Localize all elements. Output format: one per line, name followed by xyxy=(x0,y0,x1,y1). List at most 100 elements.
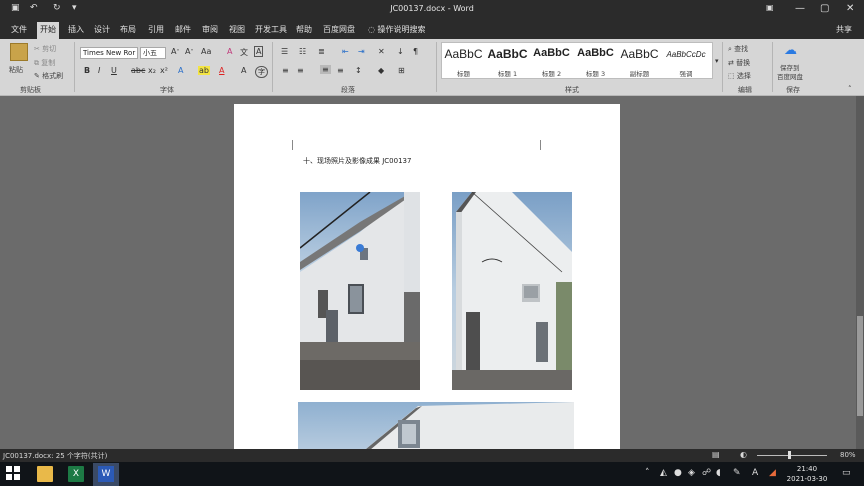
tray-notify-app-icon[interactable]: ◢ xyxy=(769,468,776,478)
tab-file[interactable]: 文件 xyxy=(8,23,30,37)
char-shading-icon[interactable]: A xyxy=(241,66,246,75)
tab-baidu-netdisk[interactable]: 百度网盘 xyxy=(320,23,358,37)
align-center-icon[interactable]: ≡ xyxy=(297,66,304,75)
font-size-box[interactable]: 小五 xyxy=(140,47,166,59)
start-icon[interactable] xyxy=(6,466,22,482)
read-mode-icon[interactable]: ▤ xyxy=(712,450,720,459)
document-page[interactable]: 十、现场照片及影像成果 JC00137 xyxy=(234,104,620,449)
tab-references[interactable]: 引用 xyxy=(145,23,167,37)
zoom-slider-track[interactable] xyxy=(757,455,827,456)
window-title: JC00137.docx - Word xyxy=(390,4,474,13)
notification-center-icon[interactable]: ▭ xyxy=(842,468,851,478)
justify-icon[interactable]: ≡ xyxy=(320,65,331,74)
styles-more-icon[interactable]: ▾ xyxy=(715,57,719,65)
borders-icon[interactable]: ⊞ xyxy=(398,66,405,75)
subscript-icon[interactable]: x₂ xyxy=(148,66,156,75)
select-button[interactable]: ⬚ 选择 xyxy=(728,71,751,81)
style-heading1[interactable]: AaBbC 标题 1 xyxy=(486,43,529,78)
tray-shield-icon[interactable]: ◈ xyxy=(688,468,695,478)
replace-button[interactable]: ⇄ 替换 xyxy=(728,58,750,68)
cut-button[interactable]: ✂ 剪切 xyxy=(34,44,56,54)
decrease-indent-icon[interactable]: ⇤ xyxy=(342,47,349,56)
tray-volume-icon[interactable]: ◖ xyxy=(716,468,721,478)
underline-icon[interactable]: U xyxy=(111,66,117,75)
save-to-netdisk-label: 百度网盘 xyxy=(777,73,803,81)
line-spacing-icon[interactable]: ↕ xyxy=(355,66,362,75)
tell-me-search[interactable]: ◌ 操作说明搜索 xyxy=(368,24,426,35)
enclose-char-icon[interactable]: 字 xyxy=(255,66,268,78)
file-explorer-icon[interactable] xyxy=(37,466,53,482)
close-icon[interactable]: ✕ xyxy=(846,3,854,14)
superscript-icon[interactable]: x² xyxy=(160,66,168,75)
tab-layout[interactable]: 布局 xyxy=(117,23,139,37)
title-bar: ▣ ↶ ↻ ▾ JC00137.docx - Word ▣ — ▢ ✕ xyxy=(0,0,864,20)
paste-icon[interactable] xyxy=(10,43,28,61)
text-effects-icon[interactable]: A xyxy=(178,66,183,75)
distributed-icon[interactable]: ≡ xyxy=(337,66,344,75)
tab-mailings[interactable]: 邮件 xyxy=(172,23,194,37)
strikethrough-icon[interactable]: abc xyxy=(131,66,145,75)
highlight-icon[interactable]: ab xyxy=(198,66,210,75)
group-divider xyxy=(772,42,773,92)
style-heading3[interactable]: AaBbC 标题 3 xyxy=(574,43,617,78)
sort-icon[interactable]: ↓ xyxy=(397,47,404,56)
site-photo-3[interactable] xyxy=(298,402,574,449)
minimize-icon[interactable]: — xyxy=(795,3,805,14)
font-color-icon[interactable]: A xyxy=(219,66,224,75)
numbering-icon[interactable]: ☷ xyxy=(299,47,306,56)
tab-view[interactable]: 视图 xyxy=(226,23,248,37)
tray-mic-icon[interactable]: ● xyxy=(674,468,682,478)
style-title[interactable]: AaBbC 标题 xyxy=(442,43,485,78)
tray-pen-icon[interactable]: ✎ xyxy=(733,468,741,478)
zoom-level[interactable]: 80% xyxy=(840,451,856,459)
grow-font-icon[interactable]: A˄ xyxy=(171,47,179,56)
paste-button[interactable]: 粘贴 xyxy=(9,65,23,75)
phonetic-guide-icon[interactable]: 文 xyxy=(240,47,248,58)
status-text: JC00137.docx: 25 个字符(共计) xyxy=(3,452,108,460)
system-clock[interactable]: 21:40 2021-03-30 xyxy=(782,464,832,484)
shrink-font-icon[interactable]: A˅ xyxy=(185,47,193,56)
show-marks-icon[interactable]: ¶ xyxy=(413,47,418,56)
site-photo-1[interactable] xyxy=(300,192,420,390)
change-case-icon[interactable]: Aa xyxy=(201,47,211,56)
style-emphasis[interactable]: AaBbCcDc 强调 xyxy=(662,43,710,78)
cloud-icon[interactable]: ☁ xyxy=(784,43,800,58)
word-task-highlight[interactable]: W xyxy=(93,463,119,486)
tray-arrow-icon[interactable]: ˄ xyxy=(645,468,650,478)
chinese-layout-icon[interactable]: ✕ xyxy=(378,47,385,56)
share-button[interactable]: 共享 xyxy=(836,24,852,35)
bold-icon[interactable]: B xyxy=(84,66,90,75)
tray-app-icon[interactable]: ◭ xyxy=(660,468,667,478)
excel-icon[interactable]: X xyxy=(68,466,84,482)
collapse-ribbon-icon[interactable]: ˄ xyxy=(848,85,852,93)
tray-network-icon[interactable]: ☍ xyxy=(702,468,711,478)
align-left-icon[interactable]: ≡ xyxy=(282,66,289,75)
italic-icon[interactable]: I xyxy=(98,66,100,75)
copy-button[interactable]: ⧉ 复制 xyxy=(34,58,55,68)
tab-review[interactable]: 审阅 xyxy=(199,23,221,37)
tab-insert[interactable]: 插入 xyxy=(65,23,87,37)
font-name-box[interactable]: Times New Ror xyxy=(80,47,138,59)
multilevel-list-icon[interactable]: ≣ xyxy=(318,47,325,56)
tray-ime-icon[interactable]: A xyxy=(752,468,758,478)
clear-format-icon[interactable]: A xyxy=(227,47,232,56)
ribbon-options-icon[interactable]: ▣ xyxy=(766,3,774,12)
tab-developer[interactable]: 开发工具 xyxy=(252,23,290,37)
scrollbar-thumb[interactable] xyxy=(857,316,863,416)
tab-home[interactable]: 开始 xyxy=(37,22,59,39)
web-layout-icon[interactable]: ◐ xyxy=(740,450,747,459)
tab-design[interactable]: 设计 xyxy=(91,23,113,37)
style-heading2[interactable]: AaBbC 标题 2 xyxy=(530,43,573,78)
site-photo-2[interactable] xyxy=(452,192,572,390)
shading-icon[interactable]: ◆ xyxy=(378,66,384,75)
vertical-scrollbar[interactable] xyxy=(856,96,864,449)
zoom-slider-thumb[interactable] xyxy=(788,451,791,459)
tab-help[interactable]: 帮助 xyxy=(293,23,315,37)
format-painter-button[interactable]: ✎ 格式刷 xyxy=(34,71,63,81)
bullets-icon[interactable]: ☰ xyxy=(281,47,288,56)
find-button[interactable]: ⌕ 查找 xyxy=(728,44,748,54)
style-subtitle[interactable]: AaBbC 副标题 xyxy=(618,43,661,78)
increase-indent-icon[interactable]: ⇥ xyxy=(358,47,365,56)
maximize-icon[interactable]: ▢ xyxy=(820,3,829,14)
char-border-icon[interactable]: A xyxy=(254,46,264,57)
